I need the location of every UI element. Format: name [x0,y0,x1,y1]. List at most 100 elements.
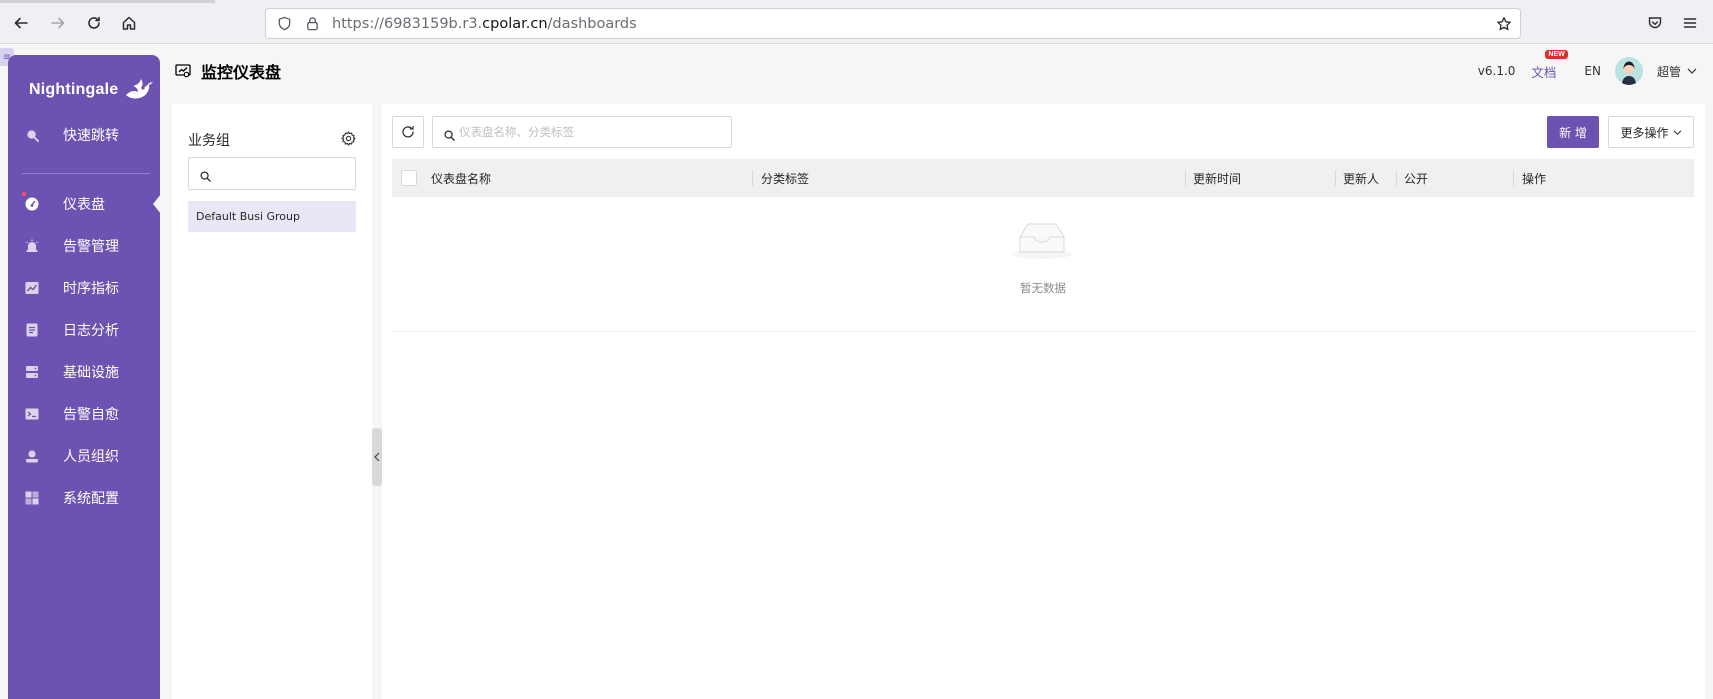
pocket-button[interactable] [1642,10,1668,36]
sidebar-item-personnel[interactable]: 人员组织 [8,438,160,474]
docs-label: 文档 [1531,64,1557,80]
url-text[interactable]: https://6983159b.r3.cpolar.cn/dashboards [326,16,1488,32]
reload-button[interactable] [81,10,107,36]
column-divider [1185,170,1186,186]
business-group-search-input[interactable] [188,157,356,190]
column-divider [752,170,753,186]
business-group-item-label: Default Busi Group [196,210,300,223]
header-right: v6.1.0 文档 NEW EN 超管 [1477,49,1697,87]
lock-icon[interactable] [298,16,326,31]
sidebar-item-label: 系统配置 [63,491,119,507]
sidebar-item-metrics[interactable]: 时序指标 [8,270,160,306]
logo[interactable]: Nightingale [29,77,154,103]
arrow-right-icon [51,17,65,29]
search-icon [25,128,39,142]
home-icon [122,16,136,30]
sidebar-item-label: 基础设施 [63,365,119,381]
address-bar[interactable]: https://6983159b.r3.cpolar.cn/dashboards [265,8,1521,39]
sidebar-item-label: 时序指标 [63,281,119,297]
chevron-down-icon[interactable] [1687,64,1697,78]
column-divider [1513,170,1514,186]
empty-state: 暂无数据 [392,197,1694,332]
empty-inbox-icon [1010,219,1074,265]
arrow-left-icon [14,17,28,29]
gear-icon[interactable] [341,131,357,147]
logo-text: Nightingale [29,81,119,98]
new-badge: NEW [1545,49,1568,59]
sidebar-item-infrastructure[interactable]: 基础设施 [8,354,160,390]
pocket-icon [1648,17,1662,29]
shield-icon[interactable] [270,16,298,31]
panel-collapse-handle[interactable] [372,428,382,486]
browser-toolbar: https://6983159b.r3.cpolar.cn/dashboards [0,0,1713,44]
url-prefix: https://6983159b.r3. [332,15,483,32]
business-group-item[interactable]: Default Busi Group [188,201,356,232]
tab-strip [0,0,215,3]
sidebar-item-label: 告警自愈 [63,407,119,423]
user-icon [25,449,39,463]
version-label: v6.1.0 [1477,64,1516,78]
language-switch[interactable]: EN [1584,64,1601,78]
sidebar-item-label: 日志分析 [63,323,119,339]
url-domain: cpolar.cn [482,15,548,32]
username[interactable]: 超管 [1657,63,1681,80]
sidebar-divider [22,173,150,174]
column-header-public[interactable]: 公开 [1404,159,1428,197]
sidebar-item-log-analysis[interactable]: 日志分析 [8,312,160,348]
forward-button[interactable] [45,10,71,36]
column-header-actions: 操作 [1522,171,1547,186]
dashboard-search-box[interactable] [432,116,732,148]
url-path: /dashboards [547,15,637,32]
reload-icon [88,16,100,29]
log-icon [25,323,39,337]
dashboard-icon [25,197,39,211]
select-all-checkbox[interactable] [401,170,417,186]
avatar[interactable] [1614,57,1643,85]
page-title: 监控仪表盘 [175,59,281,83]
sidebar-item-alert-management[interactable]: 告警管理 [8,228,160,264]
sidebar-item-dashboard[interactable]: 仪表盘 [8,186,161,222]
refresh-icon [402,125,414,138]
chevron-down-icon [1673,129,1682,136]
more-actions-button[interactable]: 更多操作 [1608,116,1694,148]
page-title-text: 监控仪表盘 [201,63,282,82]
business-group-panel: 业务组 Default Busi Group [172,104,372,699]
hamburger-icon [1683,18,1697,28]
settings-grid-icon [25,491,39,505]
sidebar-item-label: 快速跳转 [63,128,119,144]
alarm-icon [25,239,39,253]
dashboard-search-input[interactable] [459,117,729,147]
refresh-button[interactable] [392,116,424,148]
bookmark-star-icon[interactable] [1488,16,1520,32]
column-header-tags[interactable]: 分类标签 [761,159,809,197]
sidebar: Nightingale 快速跳转 仪表盘 告警管理 时序指标 日志分析 基础设施… [8,55,161,699]
notification-dot [22,192,26,196]
column-divider [1335,170,1336,186]
menu-button[interactable] [1677,10,1703,36]
column-header-update-time[interactable]: 更新时间 [1193,159,1241,197]
add-dashboard-button[interactable]: 新 增 [1547,116,1599,148]
sidebar-item-system-config[interactable]: 系统配置 [8,480,160,516]
sidebar-item-self-healing[interactable]: 告警自愈 [8,396,160,432]
search-icon [444,126,455,145]
sidebar-item-label: 仪表盘 [63,197,105,213]
server-icon [25,365,39,379]
sidebar-item-label: 人员组织 [63,449,119,465]
column-header-name[interactable]: 仪表盘名称 [431,159,491,197]
table-header: 仪表盘名称 分类标签 更新时间 更新人 公开 操作 [392,159,1694,197]
sidebar-item-quick-jump[interactable]: 快速跳转 [8,117,160,153]
column-divider [1396,170,1397,186]
search-icon [200,167,211,186]
nightingale-bird-icon [126,79,154,99]
dashboard-list-panel: 新 增 更多操作 仪表盘名称 分类标签 更新时间 更新人 公开 操作 暂无数据 [382,104,1705,699]
line-chart-icon [25,281,39,295]
home-button[interactable] [116,10,142,36]
chevron-left-icon [374,452,380,462]
empty-text: 暂无数据 [1020,281,1066,295]
sidebar-item-label: 告警管理 [63,239,119,255]
business-group-title: 业务组 [188,133,230,149]
column-header-updated-by[interactable]: 更新人 [1343,159,1379,197]
back-button[interactable] [8,10,34,36]
docs-link[interactable]: 文档 NEW [1531,49,1568,81]
dashboard-outline-icon [175,64,191,78]
